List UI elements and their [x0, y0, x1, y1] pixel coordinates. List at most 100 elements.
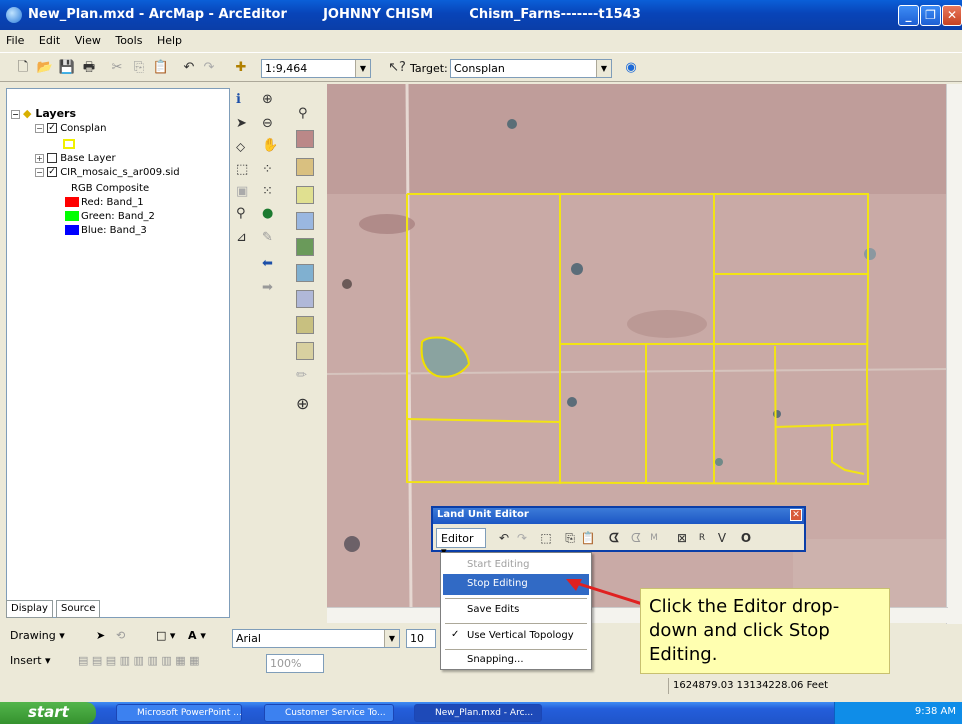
- pencil-icon[interactable]: ✏: [296, 368, 307, 383]
- print-icon[interactable]: 🖶: [80, 59, 98, 77]
- paste-icon[interactable]: 📋: [579, 529, 597, 547]
- c-shape-icon[interactable]: ᗧ: [605, 529, 623, 547]
- edit-pencil-icon[interactable]: ✎: [262, 230, 273, 245]
- forward-arrow-icon[interactable]: ➡: [262, 280, 273, 295]
- menu-item-vertical-topology[interactable]: ✓ Use Vertical Topology: [443, 626, 589, 647]
- close-icon[interactable]: ✕: [790, 509, 802, 521]
- target-layer-combo[interactable]: Consplan ▼: [450, 59, 612, 78]
- toc-layer-consplan[interactable]: − ✓ Consplan: [35, 123, 106, 134]
- new-document-icon[interactable]: 🗋: [14, 59, 32, 77]
- chevron-down-icon[interactable]: ▼: [596, 60, 611, 77]
- cut-icon[interactable]: ✂: [108, 59, 126, 77]
- editor-dropdown-button[interactable]: Editor ▾: [436, 528, 486, 558]
- menu-file[interactable]: File: [0, 30, 29, 47]
- chevron-down-icon[interactable]: ▼: [384, 630, 399, 647]
- tool-square-icon[interactable]: [296, 264, 314, 282]
- rectangle-icon[interactable]: □ ▾: [156, 629, 175, 642]
- tool-square-icon[interactable]: [296, 316, 314, 334]
- menu-bar: File Edit View Tools Help: [0, 30, 962, 52]
- search-icon[interactable]: ⚲: [298, 106, 308, 121]
- collapse-icon[interactable]: −: [35, 123, 44, 133]
- open-folder-icon[interactable]: 📂: [36, 59, 54, 77]
- minimize-button[interactable]: _: [898, 5, 919, 26]
- toc-layer-base[interactable]: + Base Layer: [35, 153, 116, 164]
- chevron-down-icon[interactable]: ▼: [355, 60, 370, 77]
- find-binoculars-icon[interactable]: ⚲: [236, 206, 246, 221]
- tool-square-icon[interactable]: [296, 212, 314, 230]
- close-button[interactable]: ✕: [942, 5, 962, 26]
- menu-item-start-editing[interactable]: Start Editing: [443, 555, 589, 576]
- map-vertical-scrollbar[interactable]: [946, 84, 962, 624]
- add-data-icon[interactable]: ✚: [232, 59, 250, 77]
- task-customer-service[interactable]: Customer Service To...: [264, 704, 394, 722]
- select-elements-icon[interactable]: ➤: [96, 629, 105, 642]
- tool-square-icon[interactable]: [296, 290, 314, 308]
- collapse-icon[interactable]: −: [11, 109, 20, 119]
- full-extent-globe-icon[interactable]: ●: [262, 206, 273, 221]
- tool-square-icon[interactable]: [296, 130, 314, 148]
- copy-icon[interactable]: ⎘: [130, 59, 148, 77]
- zoom-out-icon[interactable]: ⊖: [262, 116, 273, 131]
- insert-menu[interactable]: Insert ▾: [10, 654, 51, 667]
- menu-tools[interactable]: Tools: [109, 30, 147, 47]
- select-features-icon[interactable]: ⬦: [236, 140, 245, 155]
- v-icon[interactable]: V: [713, 529, 731, 547]
- fixed-zoom-out-icon[interactable]: ⁙: [262, 184, 273, 199]
- copy-icon[interactable]: ⎘: [561, 529, 579, 547]
- edit-tool-icon[interactable]: ⬚: [236, 162, 248, 177]
- layer-checkbox[interactable]: ✓: [47, 167, 57, 177]
- text-icon[interactable]: A ▾: [188, 629, 206, 642]
- tab-display[interactable]: Display: [6, 600, 53, 618]
- undo-icon[interactable]: ↶: [180, 59, 198, 77]
- editor-drop-icon[interactable]: ◉: [622, 59, 640, 77]
- tool-square-icon[interactable]: [296, 186, 314, 204]
- select-arrow-icon[interactable]: ➤: [236, 116, 247, 131]
- font-size-combo[interactable]: 10: [406, 629, 436, 648]
- collapse-icon[interactable]: −: [35, 167, 44, 177]
- menu-view[interactable]: View: [69, 30, 106, 47]
- menu-edit[interactable]: Edit: [33, 30, 65, 47]
- menu-help[interactable]: Help: [151, 30, 187, 47]
- edit-tool-icon[interactable]: ⬚: [537, 529, 555, 547]
- start-button[interactable]: start: [0, 702, 96, 724]
- redo-icon[interactable]: ↷: [200, 59, 218, 77]
- expand-icon[interactable]: +: [35, 153, 44, 163]
- zoom-percent-combo[interactable]: 100%: [266, 654, 324, 673]
- identify-icon[interactable]: ℹ: [236, 92, 241, 107]
- redo-icon[interactable]: ↷: [513, 529, 531, 547]
- toc-layer-mosaic[interactable]: − ✓ CIR_mosaic_s_ar009.sid: [35, 167, 180, 178]
- map-scale-combo[interactable]: 1:9,464 ▼: [261, 59, 371, 78]
- c-shape-disabled-icon[interactable]: ᗧ: [627, 529, 645, 547]
- tool-square-icon[interactable]: [296, 158, 314, 176]
- task-arcmap[interactable]: New_Plan.mxd - Arc...: [414, 704, 542, 722]
- insert-tools-icon[interactable]: ▤ ▤ ▤ ▥ ▥ ▥ ▥ ▦ ▦: [78, 654, 200, 667]
- o-icon[interactable]: O: [737, 529, 755, 547]
- tool-square-icon[interactable]: [296, 342, 314, 360]
- crosshair-icon[interactable]: ⊕: [296, 394, 309, 413]
- task-powerpoint[interactable]: Microsoft PowerPoint ...: [116, 704, 242, 722]
- layer-checkbox[interactable]: [47, 153, 57, 163]
- target-label: Target:: [410, 62, 448, 75]
- tool-square-icon[interactable]: [296, 238, 314, 256]
- layer-checkbox[interactable]: ✓: [47, 123, 57, 133]
- save-icon[interactable]: 💾: [58, 59, 76, 77]
- zoom-in-icon[interactable]: ⊕: [262, 92, 273, 107]
- back-arrow-icon[interactable]: ⬅: [262, 256, 273, 271]
- m-icon[interactable]: M: [645, 529, 663, 547]
- tab-source[interactable]: Source: [56, 600, 101, 618]
- toc-root[interactable]: − ◆ Layers: [11, 107, 76, 120]
- undo-icon[interactable]: ↶: [495, 529, 513, 547]
- grid-icon[interactable]: ⊠: [673, 529, 691, 547]
- r-icon[interactable]: R: [693, 529, 711, 547]
- paste-icon[interactable]: 📋: [152, 59, 170, 77]
- fixed-zoom-in-icon[interactable]: ⁘: [262, 162, 273, 177]
- pan-hand-icon[interactable]: ✋: [262, 138, 278, 153]
- drawing-menu[interactable]: Drawing ▾: [10, 629, 65, 642]
- whats-this-icon[interactable]: ↖?: [388, 59, 406, 77]
- rotate-icon[interactable]: ⟲: [116, 629, 125, 642]
- menu-item-snapping[interactable]: Snapping...: [443, 650, 589, 671]
- maximize-button[interactable]: ❐: [920, 5, 941, 26]
- html-popup-icon[interactable]: ▣: [236, 184, 248, 199]
- measure-icon[interactable]: ⊿: [236, 230, 247, 245]
- font-combo[interactable]: Arial ▼: [232, 629, 400, 648]
